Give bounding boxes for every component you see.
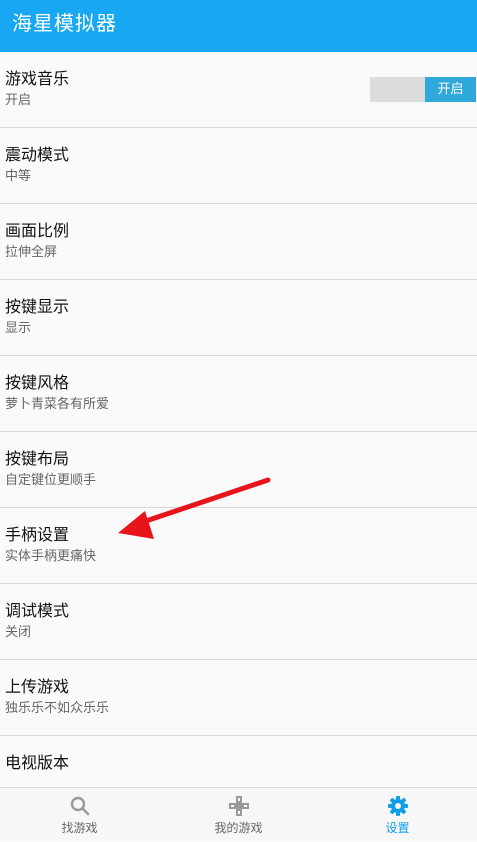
setting-title: 游戏音乐 bbox=[5, 69, 70, 88]
nav-my-games[interactable]: 我的游戏 bbox=[159, 788, 318, 842]
setting-row-vibration-mode[interactable]: 震动模式 中等 bbox=[0, 128, 477, 204]
nav-label: 我的游戏 bbox=[214, 821, 263, 835]
setting-title: 调试模式 bbox=[5, 601, 70, 620]
toggle-on-label: 开启 bbox=[425, 77, 476, 102]
setting-row-button-layout[interactable]: 按键布局 自定键位更顺手 bbox=[0, 432, 477, 508]
game-music-toggle[interactable]: 开启 bbox=[370, 77, 476, 102]
search-icon bbox=[0, 795, 159, 817]
setting-row-button-style[interactable]: 按键风格 萝卜青菜各有所爱 bbox=[0, 356, 477, 432]
setting-value: 中等 bbox=[5, 169, 32, 184]
nav-settings[interactable]: 设置 bbox=[318, 788, 477, 842]
settings-list: 游戏音乐 开启 开启 震动模式 中等 画面比例 拉伸全屏 按键显示 显示 按键风… bbox=[0, 52, 477, 787]
setting-title: 手柄设置 bbox=[5, 525, 70, 544]
setting-row-tv-version[interactable]: 电视版本 bbox=[0, 736, 477, 787]
setting-value: 开启 bbox=[5, 93, 32, 108]
setting-value: 拉伸全屏 bbox=[5, 245, 58, 260]
setting-value: 关闭 bbox=[5, 625, 32, 640]
gamepad-icon bbox=[159, 795, 318, 817]
app-bar: 海星模拟器 bbox=[0, 0, 477, 52]
setting-value: 独乐乐不如众乐乐 bbox=[5, 701, 110, 716]
setting-value: 显示 bbox=[5, 321, 32, 336]
setting-title: 画面比例 bbox=[5, 221, 70, 240]
setting-row-aspect-ratio[interactable]: 画面比例 拉伸全屏 bbox=[0, 204, 477, 280]
gear-icon bbox=[318, 795, 477, 817]
bottom-nav: 找游戏 我的游戏 设置 bbox=[0, 787, 477, 841]
setting-value: 实体手柄更痛快 bbox=[5, 549, 97, 564]
setting-row-upload-game[interactable]: 上传游戏 独乐乐不如众乐乐 bbox=[0, 660, 477, 736]
setting-value: 自定键位更顺手 bbox=[5, 473, 97, 488]
setting-row-button-display[interactable]: 按键显示 显示 bbox=[0, 280, 477, 356]
nav-find-games[interactable]: 找游戏 bbox=[0, 788, 159, 842]
setting-title: 电视版本 bbox=[5, 753, 70, 772]
setting-title: 按键风格 bbox=[5, 373, 70, 392]
setting-row-game-music[interactable]: 游戏音乐 开启 开启 bbox=[0, 52, 477, 128]
setting-title: 上传游戏 bbox=[5, 677, 70, 696]
setting-row-debug-mode[interactable]: 调试模式 关闭 bbox=[0, 584, 477, 660]
setting-row-controller-settings[interactable]: 手柄设置 实体手柄更痛快 bbox=[0, 508, 477, 584]
nav-label: 找游戏 bbox=[61, 821, 98, 835]
setting-title: 按键显示 bbox=[5, 297, 70, 316]
setting-title: 震动模式 bbox=[5, 145, 70, 164]
app-title: 海星模拟器 bbox=[12, 11, 117, 35]
setting-value: 萝卜青菜各有所爱 bbox=[5, 397, 110, 412]
nav-label: 设置 bbox=[385, 821, 410, 835]
setting-title: 按键布局 bbox=[5, 449, 70, 468]
